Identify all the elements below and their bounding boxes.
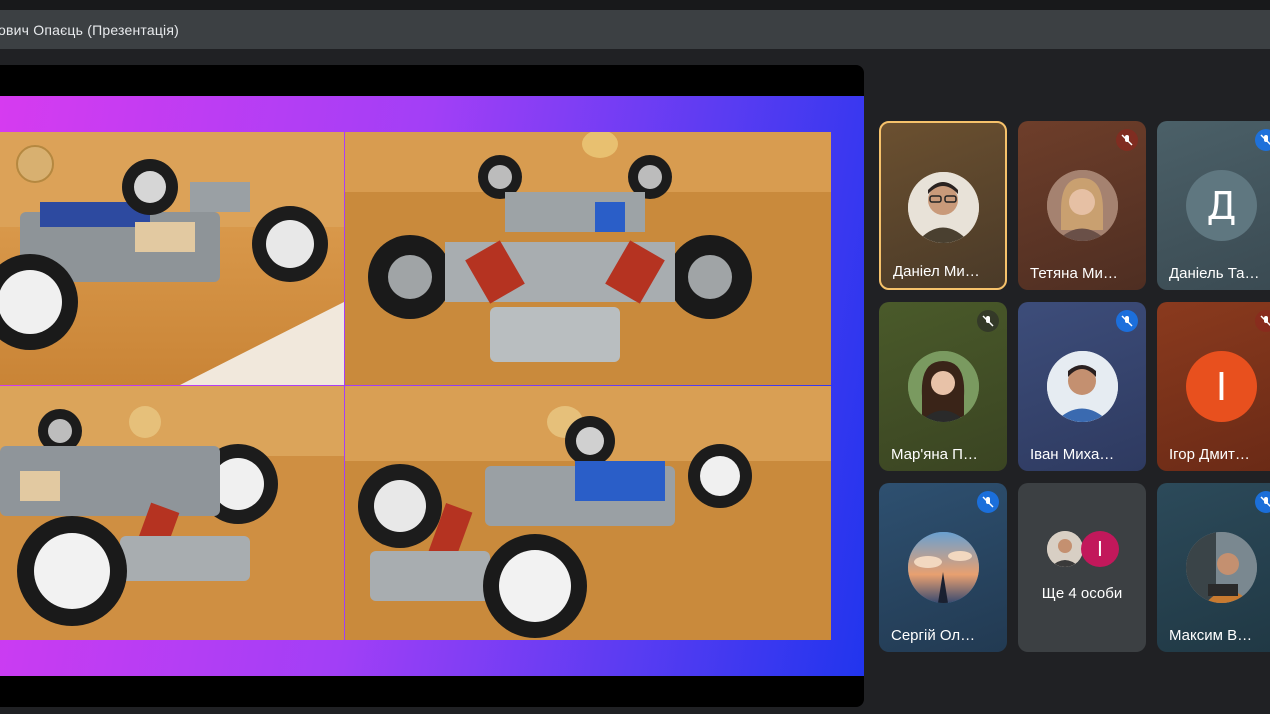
participant-tile[interactable]: Іван Миха…: [1018, 302, 1146, 471]
participant-name: Мар'яна П…: [891, 446, 978, 463]
participant-grid: Даніел Ми… Тетяна Ми… Д Даніель Та… Мар'…: [879, 121, 1270, 654]
participant-name: Сергій Ол…: [891, 627, 976, 644]
avatar: Д: [1186, 170, 1257, 241]
participant-name: Іван Миха…: [1030, 446, 1115, 463]
participant-name: Тетяна Ми…: [1030, 265, 1118, 282]
mic-off-icon: [1116, 129, 1138, 151]
avatar: [1047, 170, 1118, 241]
presentation-titlebar: ович Опаєць (Презентація): [0, 10, 1270, 49]
meet-window: ович Опаєць (Презентація) Даніел Ми… Тет…: [0, 0, 1270, 714]
avatar-letter: І: [1097, 537, 1103, 561]
top-strip: [0, 0, 1270, 10]
more-participants-label: Ще 4 особи: [1041, 585, 1123, 602]
slide-photo-grid: [0, 132, 831, 640]
mic-off-icon: [1255, 491, 1270, 513]
participant-name: Максим В…: [1169, 627, 1253, 644]
participant-name: Даніель Та…: [1169, 265, 1260, 282]
avatar-letter: Д: [1206, 183, 1237, 228]
mic-off-icon: [1255, 129, 1270, 151]
participant-tile[interactable]: І Ігор Дмит…: [1157, 302, 1270, 471]
mic-off-icon: [977, 491, 999, 513]
avatar-letter: І: [1215, 364, 1228, 409]
participant-tile[interactable]: Сергій Ол…: [879, 483, 1007, 652]
avatar: [908, 172, 979, 243]
presentation-title: ович Опаєць (Презентація): [0, 21, 180, 38]
avatar: [1047, 351, 1118, 422]
mic-off-icon: [977, 310, 999, 332]
mic-off-icon: [1116, 310, 1138, 332]
participant-name: Ігор Дмит…: [1169, 446, 1250, 463]
participant-tile[interactable]: Даніел Ми…: [879, 121, 1007, 290]
mic-off-icon: [1255, 310, 1270, 332]
car-photo-top-right: [345, 132, 831, 385]
participant-name: Даніел Ми…: [893, 263, 980, 280]
presentation-stage[interactable]: [0, 65, 864, 707]
avatar: [1186, 532, 1257, 603]
avatar: І: [1186, 351, 1257, 422]
participant-tile[interactable]: Максим В…: [1157, 483, 1270, 652]
participant-tile[interactable]: Мар'яна П…: [879, 302, 1007, 471]
avatar: [1047, 531, 1083, 567]
avatar: [908, 532, 979, 603]
car-photo-top-left: [0, 132, 344, 385]
avatar: І: [1081, 531, 1119, 567]
avatar: [908, 351, 979, 422]
car-photo-bottom-left: [0, 386, 344, 640]
car-photo-bottom-right: [345, 386, 831, 640]
participant-tile[interactable]: Тетяна Ми…: [1018, 121, 1146, 290]
more-participants-tile[interactable]: І Ще 4 особи: [1018, 483, 1146, 652]
participant-tile[interactable]: Д Даніель Та…: [1157, 121, 1270, 290]
